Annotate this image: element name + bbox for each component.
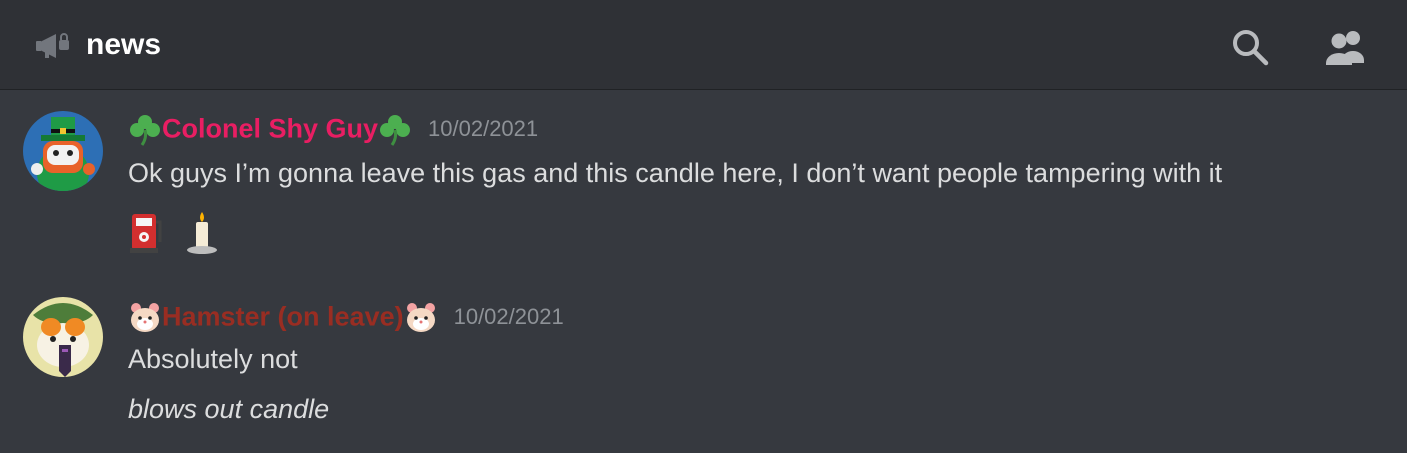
message-hamster: Hamster (on leave) 10/02/2021 Absolutely… [0, 296, 1407, 446]
channel-header: news [0, 0, 1407, 90]
avatar[interactable] [23, 111, 103, 191]
message-colonel-shy-guy: Colonel Shy Guy 10/02/2021 Ok guys I’m g… [0, 110, 1407, 270]
avatar[interactable] [23, 297, 103, 377]
members-icon [1326, 31, 1364, 65]
channel-name: news [86, 28, 162, 61]
message-text: Absolutely not [128, 344, 298, 374]
username[interactable]: Colonel Shy Guy [162, 114, 378, 144]
announcement-megaphone-icon [36, 33, 69, 58]
message-header: Hamster (on leave) 10/02/2021 [128, 300, 564, 340]
message-header: Colonel Shy Guy 10/02/2021 [128, 112, 538, 152]
emoji-row [128, 210, 236, 259]
shamrock-icon [380, 115, 411, 146]
timestamp: 10/02/2021 [453, 304, 564, 329]
search-button[interactable] [1229, 26, 1271, 68]
hamster-icon [131, 303, 159, 332]
timestamp: 10/02/2021 [428, 116, 539, 141]
fuel-pump-icon [130, 214, 162, 253]
hamster-icon [406, 303, 435, 332]
hamster-avatar-image [23, 297, 103, 377]
message-text-italic: blows out candle [128, 394, 330, 424]
search-icon [1233, 30, 1269, 66]
leprechaun-avatar-image [23, 111, 103, 191]
shamrock-icon [130, 115, 160, 146]
username[interactable]: Hamster (on leave) [162, 302, 404, 332]
candle-icon [187, 212, 218, 254]
members-button[interactable] [1322, 26, 1364, 68]
message-text: Ok guys I’m gonna leave this gas and thi… [128, 158, 1223, 188]
